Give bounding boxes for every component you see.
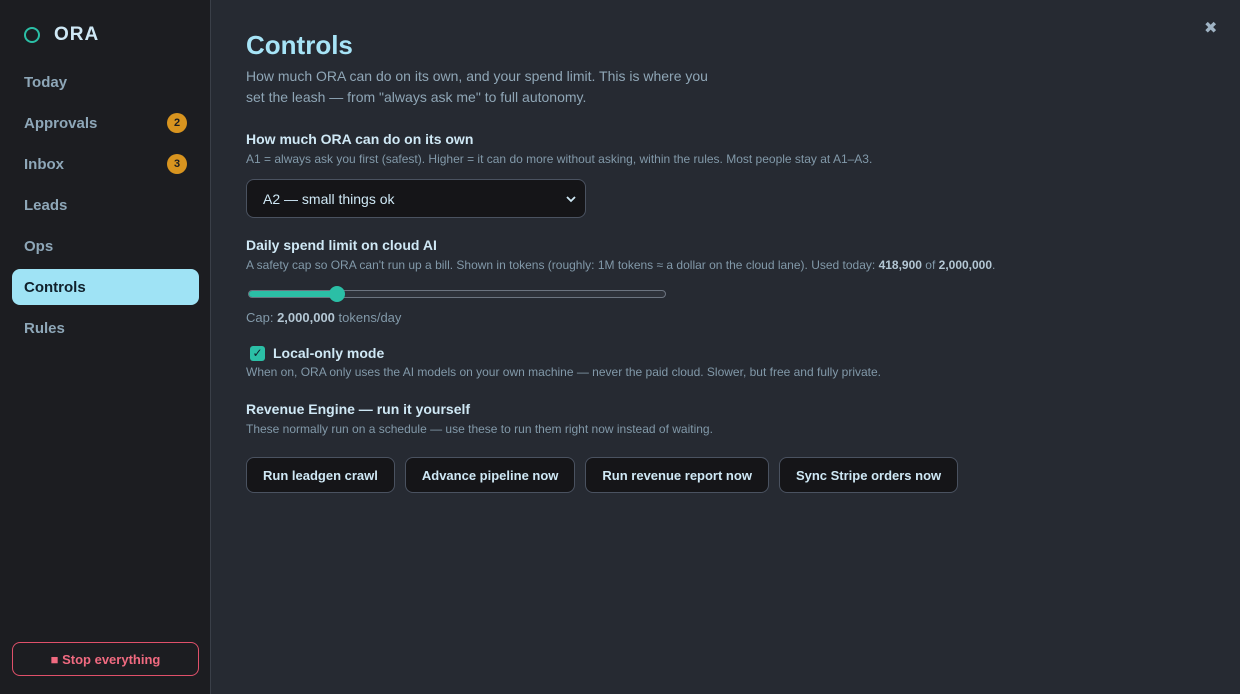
- spend-limit-slider[interactable]: [246, 286, 668, 302]
- revenue-description: These normally run on a schedule — use t…: [246, 422, 713, 436]
- spend-limit-value: 2,000,000: [938, 258, 993, 272]
- spend-description: A safety cap so ORA can't run up a bill.…: [246, 257, 1186, 273]
- sidebar-item-label: Rules: [24, 319, 65, 337]
- sidebar-item-label: Inbox: [24, 155, 64, 173]
- spend-used-value: 418,900: [878, 258, 922, 272]
- autonomy-section: How much ORA can do on its own A1 = alwa…: [246, 130, 1186, 218]
- sidebar-item-ops[interactable]: Ops: [12, 228, 199, 264]
- sync-stripe-orders-button[interactable]: Sync Stripe orders now: [778, 457, 959, 493]
- sidebar-item-label: Today: [24, 73, 68, 91]
- local-mode-row: ✓ Local-only mode: [250, 345, 1186, 361]
- brand: ORA: [24, 24, 99, 46]
- sidebar-nav: Today Approvals 2 Inbox 3 Leads Ops Cont…: [12, 64, 199, 351]
- slider-thumb[interactable]: [329, 286, 346, 302]
- page-title: Controls: [246, 30, 353, 60]
- run-leadgen-crawl-button[interactable]: Run leadgen crawl: [246, 457, 395, 493]
- sidebar-item-controls[interactable]: Controls: [12, 269, 199, 305]
- revenue-section: Revenue Engine — run it yourself These n…: [246, 400, 1186, 493]
- spend-section: Daily spend limit on cloud AI A safety c…: [246, 236, 1186, 325]
- sidebar-item-label: Ops: [24, 237, 54, 255]
- controls-panel: Controls How much ORA can do on its own,…: [246, 28, 1186, 493]
- page-intro: How much ORA can do on its own, and your…: [246, 68, 708, 105]
- cap-suffix: tokens/day: [334, 310, 402, 325]
- advance-pipeline-button[interactable]: Advance pipeline now: [404, 457, 576, 493]
- sidebar-item-label: Approvals: [24, 114, 98, 132]
- logo-ring-icon: [24, 27, 40, 43]
- brand-name: ORA: [54, 24, 100, 45]
- spend-period-text: .: [992, 258, 996, 272]
- sidebar-item-inbox[interactable]: Inbox 3: [12, 146, 199, 182]
- slider-fill: [249, 291, 335, 297]
- revenue-actions: Run leadgen crawl Advance pipeline now R…: [246, 457, 1186, 493]
- local-mode-checkbox[interactable]: ✓: [250, 345, 265, 361]
- sidebar-item-leads[interactable]: Leads: [12, 187, 199, 223]
- sidebar: ORA Today Approvals 2 Inbox 3 Leads Ops …: [0, 0, 211, 694]
- count-badge: 2: [167, 113, 187, 133]
- sidebar-item-label: Leads: [24, 196, 68, 214]
- sidebar-item-today[interactable]: Today: [12, 64, 199, 100]
- cap-value: 2,000,000: [277, 310, 335, 325]
- spend-description-text: A safety cap so ORA can't run up a bill.…: [246, 258, 879, 272]
- cap-readout: Cap: 2,000,000 tokens/day: [246, 310, 1186, 325]
- autonomy-description: A1 = always ask you first (safest). High…: [246, 152, 873, 166]
- spend-title: Daily spend limit on cloud AI: [246, 237, 437, 253]
- run-revenue-report-button[interactable]: Run revenue report now: [585, 457, 769, 493]
- local-mode-label[interactable]: Local-only mode: [273, 345, 384, 361]
- autonomy-level-select[interactable]: A2 — small things ok: [246, 179, 586, 218]
- slider-track: [248, 290, 666, 298]
- local-mode-section: ✓ Local-only mode When on, ORA only uses…: [246, 345, 1186, 380]
- autonomy-title: How much ORA can do on its own: [246, 131, 474, 147]
- close-icon[interactable]: ✖: [1204, 18, 1217, 38]
- sidebar-item-rules[interactable]: Rules: [12, 310, 199, 346]
- local-mode-description: When on, ORA only uses the AI models on …: [246, 365, 882, 379]
- sidebar-item-label: Controls: [24, 278, 86, 296]
- stop-everything-button[interactable]: ■ Stop everything: [12, 642, 199, 676]
- chevron-down-icon: [566, 195, 576, 202]
- cap-prefix: Cap:: [246, 310, 278, 325]
- count-badge: 3: [167, 154, 187, 174]
- autonomy-selected-value: A2 — small things ok: [263, 190, 395, 207]
- revenue-title: Revenue Engine — run it yourself: [246, 401, 471, 417]
- spend-of-text: of: [921, 258, 939, 272]
- sidebar-item-approvals[interactable]: Approvals 2: [12, 105, 199, 141]
